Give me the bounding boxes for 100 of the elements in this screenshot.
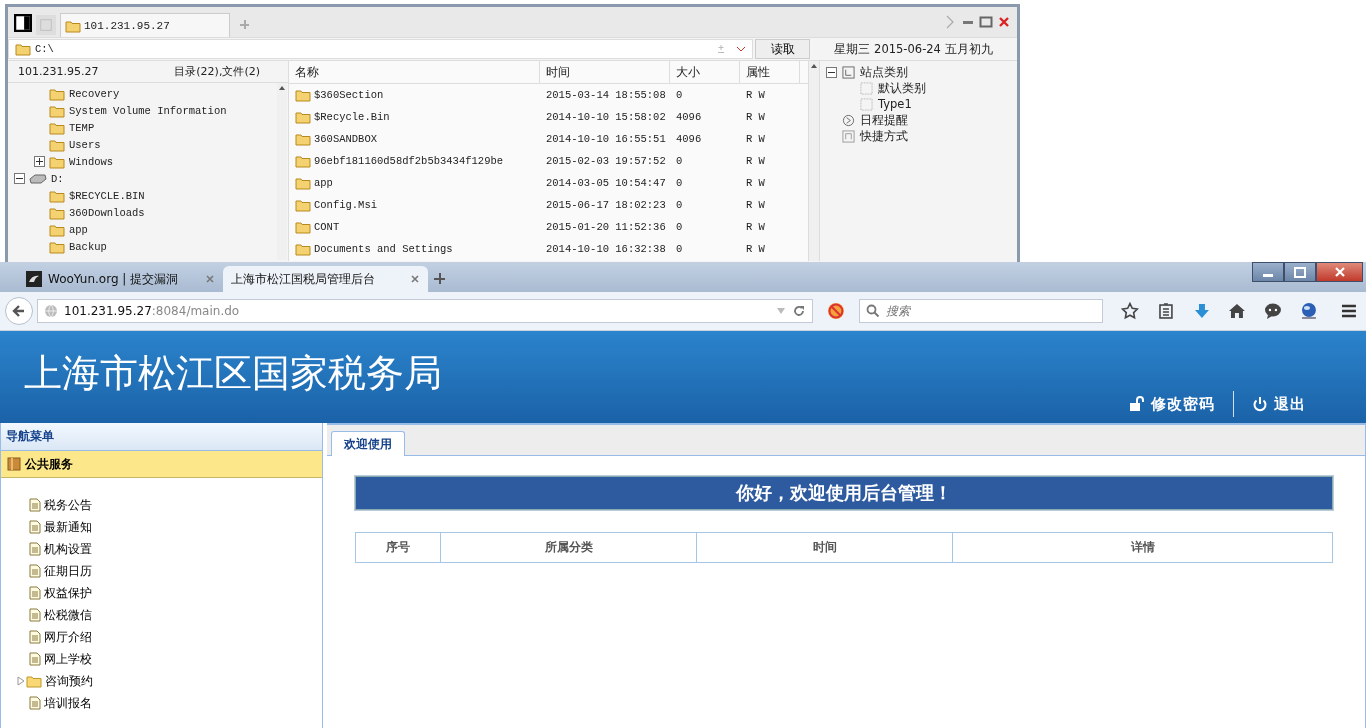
column-header[interactable]: 大小: [670, 61, 740, 83]
file-name[interactable]: 360SANDBOX: [311, 133, 540, 145]
tree-item[interactable]: 快捷方式: [826, 128, 908, 144]
file-name[interactable]: CONT: [311, 221, 540, 233]
file-name[interactable]: 96ebf181160d58df2b5b3434f129be: [311, 155, 540, 167]
menu-item[interactable]: 网厅介绍: [44, 628, 92, 646]
drive-icon: [29, 172, 47, 185]
power-icon[interactable]: [1252, 396, 1268, 412]
table-cell-text: 2015-03-14 18:55:08: [545, 89, 667, 101]
menu-item[interactable]: 征期日历: [44, 562, 92, 580]
blocked-icon[interactable]: [826, 302, 845, 320]
folder-icon: [26, 674, 42, 688]
section-header[interactable]: 公共服务: [1, 451, 322, 478]
folder-icon: [49, 154, 65, 169]
globe-icon: [44, 304, 58, 318]
site-icon: [26, 271, 42, 287]
close-button[interactable]: [1316, 262, 1363, 282]
browser-tab[interactable]: WooYun.org | 提交漏洞: [18, 266, 223, 292]
close-icon[interactable]: [410, 274, 420, 284]
reload-icon[interactable]: [791, 304, 806, 318]
column-header: 时间: [696, 533, 952, 562]
host-label: 101.231.95.27: [18, 65, 99, 78]
tree-item[interactable]: 默认类别: [826, 80, 926, 96]
column-header[interactable]: 属性: [740, 61, 800, 83]
restore-button[interactable]: [1284, 262, 1316, 282]
panel-icon[interactable]: [14, 14, 32, 32]
browser-tab[interactable]: 上海市松江国税局管理后台: [223, 266, 428, 292]
back-button[interactable]: [5, 297, 33, 325]
scroll-up-icon[interactable]: [279, 86, 285, 90]
menu-item[interactable]: 网上学校: [44, 650, 92, 668]
table-cell-text: 2014-10-10 16:55:51: [545, 133, 667, 145]
home-icon[interactable]: [1228, 302, 1247, 320]
menu-icon[interactable]: [1340, 302, 1359, 320]
document-icon: [29, 608, 41, 622]
file-name[interactable]: $360Section: [311, 89, 540, 101]
tree-item[interactable]: TEMP: [8, 119, 95, 136]
table-cell-text: R W: [745, 89, 766, 101]
table-cell-text: R W: [745, 111, 766, 123]
tree-item[interactable]: 日程提醒: [826, 112, 908, 128]
table-cell-text: 2015-02-03 19:57:52: [545, 155, 667, 167]
download-icon[interactable]: [1192, 302, 1211, 320]
table-cell-text: 0: [675, 199, 684, 211]
tree-item[interactable]: System Volume Information: [8, 102, 227, 119]
menu-item[interactable]: 松税微信: [44, 606, 92, 624]
expander-icon[interactable]: [826, 66, 837, 78]
tree-item[interactable]: $RECYCLE.BIN: [8, 187, 145, 204]
globe-icon[interactable]: [1300, 302, 1319, 320]
tree-item[interactable]: D:: [8, 170, 64, 187]
tree-item[interactable]: Users: [8, 136, 101, 153]
folder-icon: [49, 239, 65, 254]
menu-item[interactable]: 权益保护: [44, 584, 92, 602]
table-cell-text: R W: [745, 155, 766, 167]
tree-item[interactable]: Windows: [8, 153, 114, 170]
star-icon[interactable]: [1120, 302, 1139, 320]
menu-item[interactable]: 咨询预约: [45, 672, 93, 690]
menu-item[interactable]: 最新通知: [44, 518, 92, 536]
tree-item[interactable]: Type1: [826, 96, 912, 112]
menu-item[interactable]: 培训报名: [44, 694, 92, 712]
tree-item[interactable]: Recovery: [8, 85, 120, 102]
tree-item[interactable]: Backup: [8, 238, 107, 255]
file-name[interactable]: app: [311, 177, 540, 189]
expander-icon[interactable]: [34, 156, 45, 167]
folder-icon: [295, 176, 311, 190]
folder-tab[interactable]: 101.231.95.27: [60, 13, 230, 37]
lock-icon[interactable]: [1129, 396, 1145, 412]
read-button[interactable]: 读取: [755, 39, 810, 59]
scroll-up-icon[interactable]: [811, 64, 817, 68]
menu-item[interactable]: 机构设置: [44, 540, 92, 558]
dropdown-icon[interactable]: [736, 44, 746, 54]
minimize-button[interactable]: [1252, 262, 1284, 282]
column-header: 所属分类: [440, 533, 696, 562]
tree-item[interactable]: app: [8, 221, 88, 238]
close-icon[interactable]: [205, 274, 215, 284]
chat-icon[interactable]: [1264, 302, 1283, 320]
menu-item[interactable]: 税务公告: [44, 496, 92, 514]
expander-icon[interactable]: [14, 173, 25, 184]
date-text: 星期三 2015-06-24 五月初九: [833, 41, 994, 57]
column-header[interactable]: 名称: [289, 61, 540, 83]
logout-link[interactable]: 退出: [1274, 394, 1306, 414]
column-header[interactable]: 时间: [540, 61, 670, 83]
table-cell-text: R W: [745, 177, 766, 189]
search-field[interactable]: 搜索: [858, 299, 1103, 323]
column-header: 详情: [952, 533, 1332, 562]
document-icon: [29, 652, 41, 666]
clipboard-icon[interactable]: [1156, 302, 1175, 320]
maximize-icon[interactable]: [979, 15, 993, 29]
file-name[interactable]: $Recycle.Bin: [311, 111, 540, 123]
document-icon: [29, 630, 41, 644]
tree-item[interactable]: 360Downloads: [8, 204, 145, 221]
tree-item[interactable]: 站点类别: [826, 64, 908, 80]
folder-icon: [295, 198, 311, 212]
change-password-link[interactable]: 修改密码: [1151, 394, 1215, 414]
url-field[interactable]: 101.231.95.27:8084/main.do: [37, 299, 813, 323]
content-tab[interactable]: 欢迎使用: [331, 431, 405, 456]
table-cell-text: 4096: [675, 133, 703, 145]
file-name[interactable]: Config.Msi: [311, 199, 540, 211]
table-cell-text: 2015-06-17 18:02:23: [545, 199, 667, 211]
close-icon[interactable]: [997, 15, 1011, 29]
path-field[interactable]: C:\: [8, 39, 753, 59]
file-name[interactable]: Documents and Settings: [311, 243, 540, 255]
